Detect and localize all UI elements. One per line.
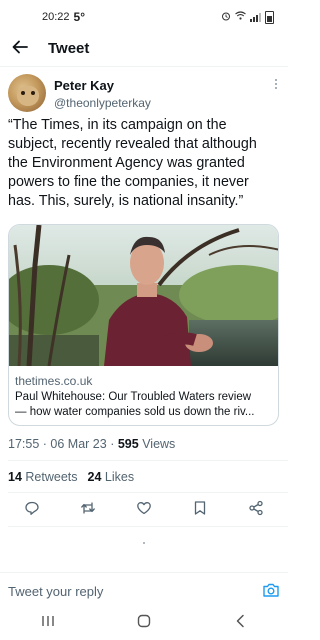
arrow-left-icon (12, 38, 28, 59)
tweet-text: “The Times, in its campaign on the subje… (8, 117, 257, 209)
back-button[interactable] (0, 34, 40, 62)
bookmark-icon (192, 500, 208, 521)
tweet-time: 17:55 (8, 437, 40, 451)
camera-button[interactable] (262, 581, 280, 599)
meta-separator: · (110, 437, 115, 451)
tweet-date: 06 Mar 23 (50, 437, 107, 451)
system-back-button[interactable] (220, 608, 260, 638)
share-button[interactable] (246, 500, 266, 520)
card-title: Paul Whitehouse: Our Troubled Waters rev… (15, 391, 252, 403)
app-header: Tweet (0, 34, 288, 62)
tweet-actions (8, 498, 280, 522)
battery-icon (265, 10, 274, 24)
tweet-meta: 17:55 · 06 Mar 23 · 595 Views (8, 437, 175, 451)
reply-bar (0, 572, 288, 606)
tweet-stats: 14 Retweets 24 Likes (8, 470, 134, 484)
like-icon (136, 500, 152, 521)
recent-apps-button[interactable] (28, 608, 68, 638)
home-icon (137, 614, 151, 633)
share-icon (248, 500, 264, 521)
divider (8, 526, 288, 527)
reply-input[interactable] (8, 581, 248, 601)
likes-count: 24 (87, 470, 102, 484)
likes-label: Likes (104, 470, 135, 484)
recent-apps-icon (41, 614, 55, 632)
retweet-button[interactable] (78, 500, 98, 520)
alarm-icon (221, 11, 231, 24)
like-button[interactable] (134, 500, 154, 520)
card-domain: thetimes.co.uk (15, 374, 93, 388)
retweets-count: 14 (8, 470, 22, 484)
page-title: Tweet (48, 39, 90, 57)
reply-button[interactable] (22, 500, 42, 520)
likes-stat[interactable]: 24 Likes (88, 470, 135, 484)
retweet-icon (80, 500, 96, 521)
meta-separator: · (42, 437, 47, 451)
status-icons (221, 10, 274, 24)
more-options-icon[interactable] (274, 78, 278, 92)
views-count: 595 (117, 437, 139, 451)
avatar[interactable] (8, 74, 46, 112)
card-title-continued: — how water companies sold us down the r… (15, 406, 255, 418)
tweet-author: Peter Kay @theonlypeterkay (8, 74, 280, 114)
status-time: 20:22 (42, 11, 70, 23)
system-nav-bar (0, 606, 288, 640)
header-divider (0, 66, 288, 67)
retweets-stat[interactable]: 14 Retweets (8, 470, 78, 484)
views-label: Views (142, 437, 176, 451)
bookmark-button[interactable] (190, 500, 210, 520)
wifi-icon (235, 11, 246, 23)
card-image (9, 225, 278, 366)
camera-icon (262, 583, 280, 603)
divider (8, 492, 288, 493)
signal-icon (250, 12, 261, 22)
retweets-label: Retweets (25, 470, 78, 484)
loading-indicator (143, 542, 145, 544)
status-temperature: 5° (73, 10, 86, 24)
status-bar: 20:22 5° (0, 0, 288, 34)
reply-icon (24, 500, 40, 521)
divider (8, 460, 288, 461)
link-card[interactable]: thetimes.co.uk Paul Whitehouse: Our Trou… (8, 224, 279, 426)
author-name[interactable]: Peter Kay (54, 78, 114, 93)
status-left: 20:22 5° (42, 10, 85, 24)
home-button[interactable] (124, 608, 164, 638)
chevron-left-icon (235, 614, 245, 633)
author-handle[interactable]: @theonlypeterkay (54, 96, 151, 110)
